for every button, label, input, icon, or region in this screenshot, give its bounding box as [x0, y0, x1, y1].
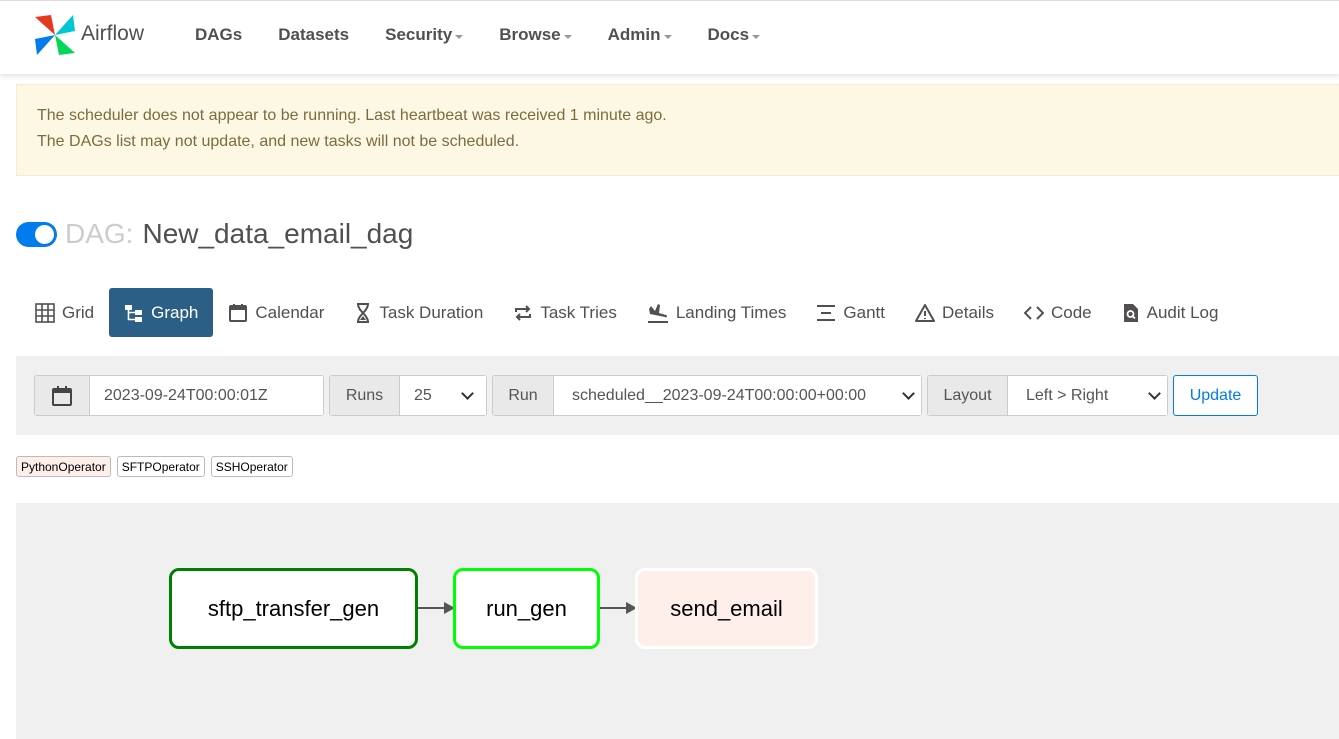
tab-code[interactable]: Code [1009, 288, 1107, 337]
edge-run-to-email [600, 607, 626, 609]
dag-header: DAG: New_data_email_dag [16, 218, 413, 250]
warning-triangle-icon [915, 303, 936, 323]
chevron-down-icon [1148, 386, 1161, 400]
layout-select[interactable]: Left > Right [1008, 376, 1167, 415]
plane-landing-icon [647, 303, 669, 323]
nav-admin[interactable]: Admin [590, 25, 690, 45]
tab-details-label: Details [942, 302, 994, 322]
nav-datasets[interactable]: Datasets [260, 25, 367, 45]
layout-select-group: Layout Left > Right [927, 375, 1168, 416]
nav-dags-label: DAGs [195, 25, 243, 44]
edge-sftp-to-run [418, 607, 444, 609]
task-node-run-gen[interactable]: run_gen [453, 568, 600, 649]
layout-value: Left > Right [1026, 386, 1109, 404]
run-select[interactable]: scheduled__2023-09-24T00:00:00+00:00 [554, 376, 921, 415]
runs-label: Runs [330, 376, 400, 415]
nav-docs[interactable]: Docs [690, 25, 779, 45]
brand-name: Airflow [81, 21, 145, 45]
tab-graph-label: Graph [151, 302, 199, 322]
audit-log-icon [1122, 303, 1140, 323]
alert-line-2: The DAGs list may not update, and new ta… [37, 133, 520, 150]
tab-grid-label: Grid [62, 302, 95, 322]
dag-name: New_data_email_dag [142, 218, 414, 249]
base-date-value: 2023-09-24T00:00:01Z [104, 386, 268, 404]
task-node-sftp-transfer-gen[interactable]: sftp_transfer_gen [169, 568, 418, 649]
tab-details[interactable]: Details [900, 288, 1009, 337]
graph-icon [124, 303, 144, 323]
tab-calendar-label: Calendar [255, 302, 325, 322]
nav-security-label: Security [385, 25, 453, 44]
legend-sftp-operator[interactable]: SFTPOperator [116, 456, 205, 477]
airflow-logo-icon [33, 13, 77, 62]
nav-admin-label: Admin [607, 25, 661, 44]
tab-task-tries-label: Task Tries [540, 302, 617, 322]
airflow-home-link[interactable]: Airflow [33, 13, 144, 62]
calendar-icon [228, 303, 248, 323]
tab-grid[interactable]: Grid [20, 288, 109, 337]
operator-legend: PythonOperator SFTPOperator SSHOperator [16, 456, 299, 477]
nav-datasets-label: Datasets [278, 25, 350, 44]
nav-browse[interactable]: Browse [481, 25, 589, 45]
tab-gantt[interactable]: Gantt [801, 288, 900, 337]
tab-audit-log[interactable]: Audit Log [1107, 288, 1234, 337]
tab-landing-times-label: Landing Times [675, 302, 787, 322]
tab-task-tries[interactable]: Task Tries [498, 288, 632, 337]
tab-landing-times[interactable]: Landing Times [632, 288, 802, 337]
task-node-label: send_email [670, 595, 783, 621]
tab-audit-log-label: Audit Log [1146, 302, 1219, 322]
calendar-icon [35, 376, 90, 415]
run-label: Run [493, 376, 554, 415]
toggle-knob [35, 224, 54, 244]
caret-down-icon [455, 35, 464, 39]
code-icon [1023, 303, 1044, 323]
tab-task-duration[interactable]: Task Duration [339, 288, 498, 337]
dag-view-tabs: Grid Graph Calendar Task Duration Task T… [20, 288, 1233, 337]
tab-task-duration-label: Task Duration [379, 302, 484, 322]
hourglass-icon [354, 302, 372, 323]
gantt-icon [816, 303, 836, 323]
caret-down-icon [752, 35, 761, 39]
scheduler-warning-alert: The scheduler does not appear to be runn… [16, 84, 1339, 176]
runs-value: 25 [414, 386, 432, 404]
nav-dags[interactable]: DAGs [177, 25, 260, 45]
top-navbar: Airflow DAGs Datasets Security Browse Ad… [0, 0, 1339, 74]
graph-filter-toolbar: 2023-09-24T00:00:01Z Runs 25 Run schedul… [16, 356, 1339, 435]
tab-graph[interactable]: Graph [109, 288, 214, 337]
task-node-label: sftp_transfer_gen [207, 595, 380, 621]
runs-select[interactable]: 25 [400, 376, 486, 415]
task-node-send-email[interactable]: send_email [635, 568, 818, 649]
update-button[interactable]: Update [1173, 375, 1258, 416]
base-date-input[interactable]: 2023-09-24T00:00:01Z [90, 376, 323, 415]
grid-icon [35, 302, 55, 323]
tab-code-label: Code [1050, 302, 1092, 322]
tab-calendar[interactable]: Calendar [213, 288, 339, 337]
runs-select-group: Runs 25 [329, 375, 487, 416]
legend-python-operator[interactable]: PythonOperator [16, 456, 111, 477]
nav-browse-label: Browse [499, 25, 561, 44]
nav-security[interactable]: Security [367, 25, 481, 45]
base-date-picker[interactable]: 2023-09-24T00:00:01Z [34, 375, 324, 416]
chevron-down-icon [902, 386, 915, 400]
layout-label: Layout [928, 376, 1008, 415]
caret-down-icon [663, 35, 672, 39]
task-node-label: run_gen [486, 595, 567, 621]
main-nav: DAGs Datasets Security Browse Admin Docs [177, 25, 778, 45]
run-select-group: Run scheduled__2023-09-24T00:00:00+00:00 [492, 375, 922, 416]
run-value: scheduled__2023-09-24T00:00:00+00:00 [572, 386, 867, 404]
legend-ssh-operator[interactable]: SSHOperator [210, 456, 293, 477]
dag-pause-toggle[interactable] [16, 221, 57, 247]
caret-down-icon [563, 35, 572, 39]
dag-graph-canvas[interactable]: sftp_transfer_gen run_gen send_email [16, 503, 1339, 739]
dag-prefix: DAG: [65, 218, 134, 249]
nav-docs-label: Docs [707, 25, 750, 44]
retry-icon [513, 303, 533, 323]
chevron-down-icon [461, 386, 474, 400]
tab-gantt-label: Gantt [843, 302, 886, 322]
